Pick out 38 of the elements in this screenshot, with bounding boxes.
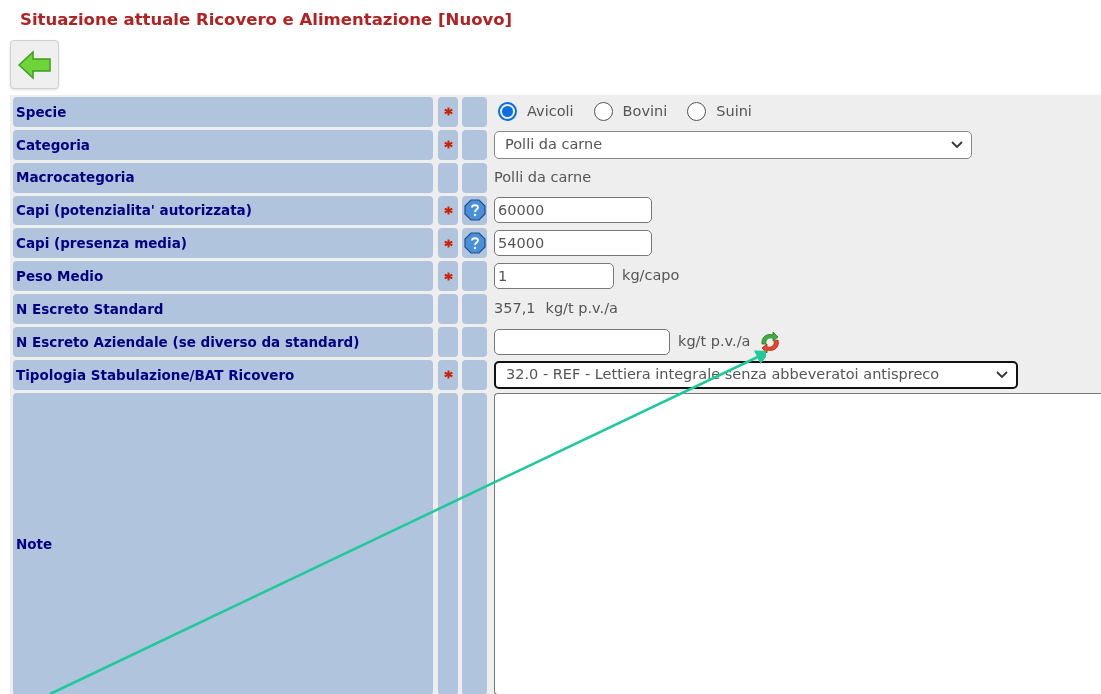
back-arrow-icon bbox=[17, 49, 52, 80]
required-asterisk-icon bbox=[443, 107, 453, 117]
unit-label: kg/capo bbox=[622, 266, 680, 286]
field-value: Polli da carne bbox=[494, 167, 592, 187]
required-asterisk-icon bbox=[443, 205, 453, 215]
unit-label: kg/t p.v./a bbox=[678, 331, 751, 351]
field-label: Capi (presenza media) bbox=[16, 234, 187, 254]
required-asterisk-icon bbox=[443, 238, 453, 248]
field-label: Capi (potenzialita' autorizzata) bbox=[16, 201, 252, 221]
input-field[interactable]: 1 bbox=[494, 263, 614, 290]
radio-button[interactable] bbox=[593, 102, 613, 122]
back-button[interactable] bbox=[10, 40, 59, 89]
required-asterisk-icon bbox=[443, 140, 453, 150]
field-label: Specie bbox=[16, 102, 67, 122]
field-label: N Escreto Standard bbox=[16, 299, 164, 319]
field-label: Note bbox=[16, 534, 53, 554]
radio-label[interactable]: Suini bbox=[716, 101, 752, 123]
input-field[interactable]: 54000 bbox=[494, 230, 652, 257]
input-field[interactable]: 60000 bbox=[494, 197, 652, 224]
field-label: Categoria bbox=[16, 135, 90, 155]
unit-label: kg/t p.v./a bbox=[545, 299, 618, 319]
chevron-down-icon bbox=[996, 370, 1008, 379]
dropdown[interactable]: Polli da carne bbox=[494, 130, 972, 159]
field-value: 357,1 bbox=[494, 299, 536, 319]
required-asterisk-icon bbox=[443, 370, 453, 380]
input-field[interactable] bbox=[494, 328, 670, 355]
field-label: Peso Medio bbox=[16, 267, 104, 286]
field-label: Tipologia Stabulazione/BAT Ricovero bbox=[16, 365, 295, 385]
field-label: N Escreto Aziendale (se diverso da standard) bbox=[16, 332, 360, 352]
radio-label[interactable]: Bovini bbox=[622, 101, 668, 123]
page-title: Situazione attuale Ricovero e Alimentazione [Nuovo] bbox=[19, 9, 514, 31]
field-label: Macrocategoria bbox=[16, 168, 135, 188]
radio-label[interactable]: Avicoli bbox=[527, 101, 574, 123]
radio-button[interactable] bbox=[498, 102, 517, 122]
radio-button[interactable] bbox=[687, 102, 707, 122]
required-asterisk-icon bbox=[443, 271, 453, 281]
chevron-down-icon bbox=[951, 140, 963, 149]
dropdown[interactable]: 32.0 - REF - Lettiera integrale senza abbeveratoi antispreco bbox=[494, 360, 1018, 389]
